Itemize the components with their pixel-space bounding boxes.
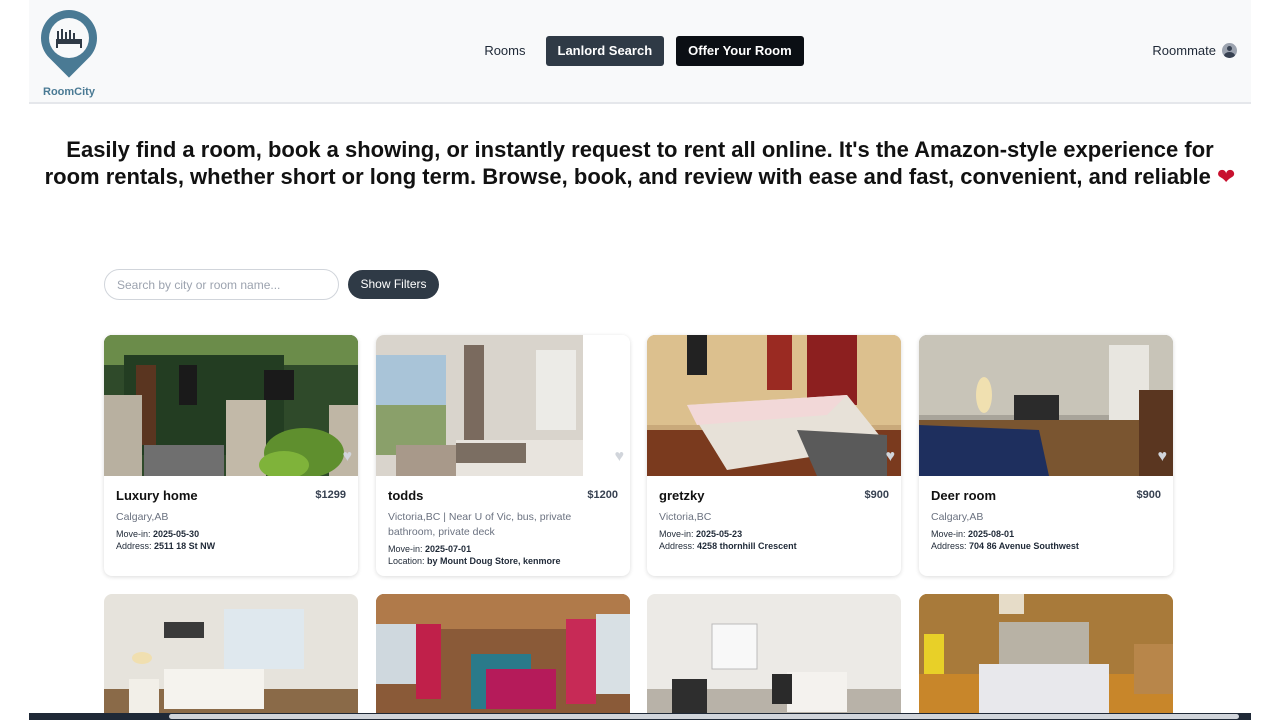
listing-title: gretzky — [659, 488, 705, 503]
listing-price: $900 — [1136, 489, 1161, 501]
scrollbar-thumb[interactable] — [169, 714, 1239, 719]
listing-card[interactable] — [376, 594, 630, 720]
listing-photo — [647, 594, 901, 720]
listing-location: Victoria,BC — [659, 511, 712, 523]
listing-location: Calgary,AB — [931, 511, 984, 523]
listing-move-in: Move-in: 2025-08-01 — [931, 529, 1015, 539]
hero-text: Easily find a room, book a showing, or i… — [20, 136, 1260, 190]
listing-card[interactable] — [647, 594, 901, 720]
logo-text: RoomCity — [43, 86, 95, 98]
listing-move-in: Move-in: 2025-07-01 — [388, 544, 472, 554]
listing-card[interactable]: ♥ Deer room $900 Calgary,AB Move-in: 202… — [919, 335, 1173, 576]
listing-photo — [919, 335, 1173, 476]
favorite-heart-icon[interactable]: ♥ — [343, 448, 353, 466]
favorite-heart-icon[interactable]: ♥ — [1158, 448, 1168, 466]
nav-rooms-link[interactable]: Rooms — [476, 36, 533, 66]
listing-card[interactable] — [919, 594, 1173, 720]
listing-photo — [647, 335, 901, 476]
listing-photo — [104, 335, 358, 476]
listing-location: Calgary,AB — [116, 511, 169, 523]
search-input[interactable] — [104, 269, 339, 300]
main-nav: Rooms Lanlord Search Offer Your Room — [29, 36, 1251, 66]
listing-price: $900 — [864, 489, 889, 501]
listing-card[interactable]: ♥ gretzky $900 Victoria,BC Move-in: 2025… — [647, 335, 901, 576]
header: RoomCity Rooms Lanlord Search Offer Your… — [29, 0, 1251, 104]
listing-price: $1299 — [315, 489, 346, 501]
listing-address: Address: 704 86 Avenue Southwest — [931, 541, 1079, 551]
hero-line-1: Easily find a room, book a showing, or i… — [66, 137, 1214, 162]
listing-card[interactable] — [104, 594, 358, 720]
listing-location: Victoria,BC | Near U of Vic, bus, privat… — [388, 511, 572, 538]
user-menu[interactable]: Roommate — [1152, 43, 1237, 58]
listing-title: todds — [388, 488, 424, 503]
show-filters-button[interactable]: Show Filters — [348, 270, 439, 299]
listing-photo — [376, 594, 630, 720]
offer-room-button[interactable]: Offer Your Room — [676, 36, 804, 66]
listing-address: Address: 4258 thornhill Crescent — [659, 541, 797, 551]
page: RoomCity Rooms Lanlord Search Offer Your… — [0, 0, 1280, 720]
listing-photo — [919, 594, 1173, 720]
landlord-search-button[interactable]: Lanlord Search — [545, 36, 665, 66]
listing-move-in: Move-in: 2025-05-30 — [116, 529, 200, 539]
user-label: Roommate — [1152, 43, 1216, 58]
listing-card[interactable]: ♥ todds $1200 Victoria,BC | Near U of Vi… — [376, 335, 630, 576]
horizontal-scrollbar[interactable] — [29, 713, 1251, 720]
listing-photo — [376, 335, 630, 476]
favorite-heart-icon[interactable]: ♥ — [886, 448, 896, 466]
favorite-heart-icon[interactable]: ♥ — [615, 448, 625, 466]
listing-price: $1200 — [587, 489, 618, 501]
listing-card[interactable]: ♥ Luxury home $1299 Calgary,AB Move-in: … — [104, 335, 358, 576]
user-avatar-icon — [1222, 43, 1237, 58]
heart-icon: ❤ — [1216, 164, 1236, 189]
listing-address: Address: 2511 18 St NW — [116, 541, 216, 551]
listing-title: Deer room — [931, 488, 997, 503]
listing-photo — [104, 594, 358, 720]
listing-move-in: Move-in: 2025-05-23 — [659, 529, 743, 539]
hero-line-2: room rentals, whether short or long term… — [44, 164, 1236, 189]
listing-title: Luxury home — [116, 488, 198, 503]
listing-address: Location: by Mount Doug Store, kenmore — [388, 556, 561, 566]
